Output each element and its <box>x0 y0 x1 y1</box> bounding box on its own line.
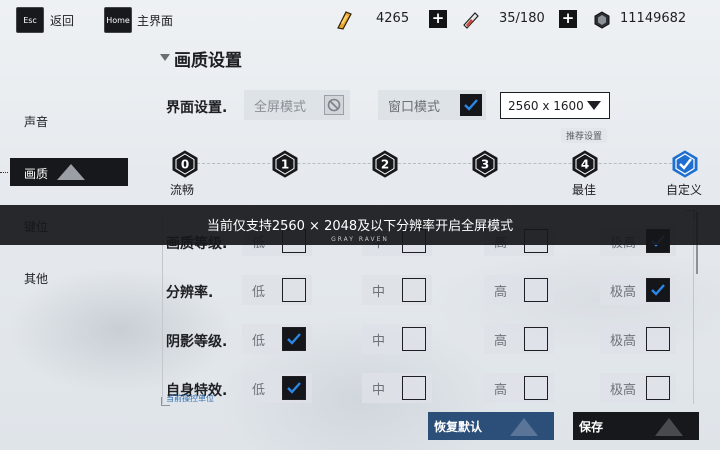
interface-settings-label: 界面设置. <box>166 100 228 116</box>
preset-node-3[interactable]: 3 <box>472 150 498 178</box>
quality-option[interactable]: 低 <box>242 275 312 305</box>
quality-option[interactable]: 高 <box>484 275 554 305</box>
quality-option-label: 低 <box>252 382 266 398</box>
quality-option-label: 低 <box>252 284 266 300</box>
save-label: 保存 <box>579 419 604 434</box>
gold-bar-icon <box>337 11 352 30</box>
preset-number: 0 <box>181 158 189 172</box>
notice-banner: 当前仅支持2560 × 2048及以下分辨率开启全屏模式 GRAY RAVEN <box>0 205 720 245</box>
quality-option-label: 中 <box>372 284 386 300</box>
preset-label: 自定义 <box>666 183 703 197</box>
quality-option-label: 中 <box>372 333 386 349</box>
sidebar-item-label: 画质 <box>24 167 49 181</box>
quality-option-label: 低 <box>252 333 266 349</box>
checkbox-checked-icon[interactable] <box>646 278 670 302</box>
notice-watermark: GRAY RAVEN <box>331 236 389 243</box>
resolution-value: 2560 x 1600 <box>508 98 584 113</box>
windowed-mode-label: 窗口模式 <box>388 99 441 115</box>
fullscreen-mode-label: 全屏模式 <box>254 99 307 115</box>
add-stamina-button[interactable]: + <box>559 10 577 28</box>
preset-number: 4 <box>581 158 589 172</box>
quality-option[interactable]: 极高 <box>600 275 676 305</box>
sidebar-item-sound[interactable]: 声音 <box>24 113 48 130</box>
checkbox-checked-icon[interactable] <box>460 94 482 116</box>
quality-row-label: 分辨率. <box>166 285 214 301</box>
stamina-battery-icon <box>463 12 479 29</box>
quality-option-label: 中 <box>372 382 386 398</box>
gold-value: 4265 <box>376 11 410 26</box>
button-triangle-icon <box>510 418 538 436</box>
checkbox-empty-icon[interactable] <box>282 278 306 302</box>
quality-option-label: 极高 <box>610 382 637 398</box>
section-title: 画质设置 <box>174 51 242 71</box>
checkbox-empty-icon[interactable] <box>402 376 426 400</box>
button-triangle-icon <box>655 418 683 436</box>
quality-option-label: 高 <box>494 284 508 300</box>
sidebar-indicator <box>0 172 8 173</box>
checkbox-empty-icon[interactable] <box>524 278 548 302</box>
quality-option[interactable]: 中 <box>362 275 432 305</box>
disabled-icon <box>324 95 344 115</box>
quality-option[interactable]: 低 <box>242 373 312 403</box>
notice-message: 当前仅支持2560 × 2048及以下分辨率开启全屏模式 <box>206 219 514 234</box>
quality-option-label: 极高 <box>610 333 637 349</box>
preset-node-0[interactable]: 0 <box>172 150 198 178</box>
quality-option-label: 高 <box>494 382 508 398</box>
checkbox-empty-icon[interactable] <box>646 376 670 400</box>
quality-option[interactable]: 中 <box>362 324 432 354</box>
checkbox-empty-icon[interactable] <box>524 327 548 351</box>
preset-track <box>192 163 672 164</box>
active-triangle-icon <box>57 164 85 180</box>
dropdown-arrow-icon <box>587 101 601 110</box>
save-button[interactable]: 保存 <box>573 412 699 440</box>
windowed-mode-option[interactable]: 窗口模式 <box>378 90 486 120</box>
checkbox-checked-icon[interactable] <box>282 376 306 400</box>
preset-node-1[interactable]: 1 <box>272 150 298 178</box>
esc-key-icon[interactable]: Esc <box>16 7 44 33</box>
quality-option[interactable]: 极高 <box>600 373 676 403</box>
preset-number: 1 <box>281 158 289 172</box>
checkbox-checked-icon[interactable] <box>282 327 306 351</box>
preset-custom-icon[interactable] <box>672 150 698 178</box>
quality-option-label: 极高 <box>610 284 637 300</box>
back-button[interactable]: 返回 <box>50 12 74 29</box>
home-key-icon[interactable]: Home <box>104 7 132 33</box>
preset-node-4[interactable]: 4 <box>572 150 598 178</box>
quality-option[interactable]: 高 <box>484 373 554 403</box>
preset-number: 3 <box>481 158 489 172</box>
quality-option-label: 高 <box>494 333 508 349</box>
quality-row-sublabel: 当前操控单位 <box>166 394 214 403</box>
reset-default-label: 恢复默认 <box>434 419 483 434</box>
checkbox-empty-icon[interactable] <box>524 376 548 400</box>
recommend-tooltip: 推荐设置 <box>561 128 608 143</box>
fullscreen-mode-option[interactable]: 全屏模式 <box>244 90 350 120</box>
top-bar: Esc 返回 Home 主界面 4265 + 35/180 + 11149682 <box>0 0 720 40</box>
add-gold-button[interactable]: + <box>429 10 447 28</box>
preset-node-2[interactable]: 2 <box>372 150 398 178</box>
preset-label: 流畅 <box>170 183 195 197</box>
quality-option[interactable]: 极高 <box>600 324 676 354</box>
stamina-value: 35/180 <box>499 11 545 26</box>
resolution-select[interactable]: 2560 x 1600 <box>500 92 610 119</box>
checkbox-empty-icon[interactable] <box>402 278 426 302</box>
sidebar-item-graphics[interactable]: 画质 <box>10 158 128 186</box>
preset-label: 最佳 <box>572 183 597 197</box>
coin-value: 11149682 <box>620 11 687 26</box>
quality-row-label: 阴影等级. <box>166 334 228 350</box>
quality-option[interactable]: 中 <box>362 373 432 403</box>
reset-default-button[interactable]: 恢复默认 <box>428 412 554 440</box>
quality-option[interactable]: 高 <box>484 324 554 354</box>
coin-icon <box>594 11 610 29</box>
sidebar-item-other[interactable]: 其他 <box>24 270 48 287</box>
checkbox-empty-icon[interactable] <box>402 327 426 351</box>
checkbox-empty-icon[interactable] <box>646 327 670 351</box>
home-button[interactable]: 主界面 <box>137 12 173 29</box>
quality-option[interactable]: 低 <box>242 324 312 354</box>
preset-number: 2 <box>381 158 389 172</box>
